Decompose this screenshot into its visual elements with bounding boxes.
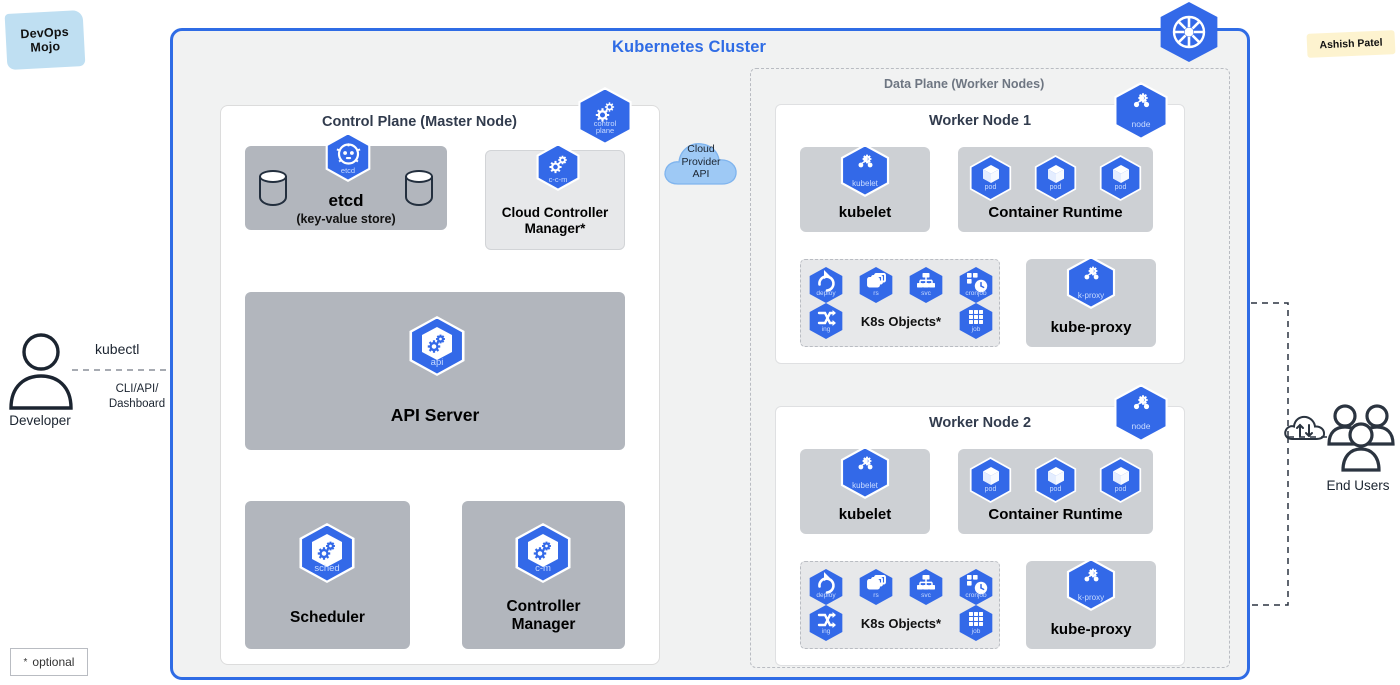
c-c-m-icon: c-c-m	[533, 143, 583, 191]
diagram-canvas: DevOps Mojo Ashish Patel	[0, 0, 1400, 685]
cm-label-line-2: Manager	[462, 616, 625, 634]
kube-proxy-icon: k-proxy	[1063, 558, 1119, 611]
legend-star: *	[24, 657, 28, 668]
pod-icon: pod	[1097, 457, 1145, 503]
api-server-label: API Server	[245, 405, 625, 425]
user-icon	[5, 330, 77, 410]
ccm-label-line-2: Manager*	[486, 221, 624, 237]
kubelet-icon: kubelet	[837, 446, 893, 499]
cloud-provider-label: Cloud Provider API	[660, 143, 742, 181]
k8s-objects-row-bottom: ing K8s Objects*	[807, 605, 995, 641]
job-icon: job	[957, 303, 995, 339]
kubelet-label: kubelet	[800, 204, 930, 221]
pod-icon: pod	[1032, 457, 1080, 503]
optional-legend: * optional	[10, 648, 88, 676]
k8s-objects-label: K8s Objects*	[861, 616, 941, 631]
container-runtime-card: pod pod	[958, 449, 1153, 534]
kube-proxy-card: k-proxy kube-proxy	[1026, 259, 1156, 347]
cloud-upload-download-icon	[1282, 412, 1326, 448]
pods-row: pod pod	[958, 155, 1153, 201]
kubectl-label: kubectl	[95, 341, 139, 357]
pod-icon: pod	[1097, 155, 1145, 201]
users-group-icon	[1325, 402, 1397, 474]
ingress-icon: ing	[807, 605, 845, 641]
cloud-provider-api: Cloud Provider API	[660, 130, 742, 192]
pod-icon: pod	[967, 155, 1015, 201]
cloud-controller-manager-card: c-c-m Cloud Controller Manager*	[485, 150, 625, 250]
kubelet-label: kubelet	[800, 506, 930, 523]
replicaset-icon: rs	[857, 569, 895, 605]
legend-text: optional	[32, 655, 74, 669]
container-runtime-label: Container Runtime	[958, 204, 1153, 221]
scheduler-card: sched Scheduler	[245, 501, 410, 649]
service-icon: svc	[907, 569, 945, 605]
kubernetes-helm-icon	[1156, 2, 1222, 62]
service-icon: svc	[907, 267, 945, 303]
k8s-objects-row-bottom: ing K8s Objects*	[807, 303, 995, 339]
k8s-objects-label: K8s Objects*	[861, 314, 941, 329]
cronjob-icon: cronjob	[957, 267, 995, 303]
control-plane-title: Control Plane (Master Node)	[322, 114, 517, 130]
kubelet-icon: kubelet	[837, 144, 893, 197]
logo-line-1: DevOps	[20, 24, 69, 41]
container-runtime-card: pod pod	[958, 147, 1153, 232]
cluster-title: Kubernetes Cluster	[612, 38, 766, 57]
kubelet-card: kubelet kubelet	[800, 147, 930, 232]
pod-icon: pod	[967, 457, 1015, 503]
kube-proxy-label: kube-proxy	[1026, 621, 1156, 638]
controller-manager-icon: c-m	[511, 523, 575, 583]
cli-api-dashboard-label: CLI/API/ Dashboard	[92, 382, 182, 412]
cloud-provider-line-1: Cloud	[660, 143, 742, 156]
etcd-sublabel: (key-value store)	[245, 212, 447, 226]
end-users-label: End Users	[1316, 478, 1400, 493]
scheduler-icon: sched	[295, 523, 359, 583]
kube-proxy-icon: k-proxy	[1063, 256, 1119, 309]
cli-api-line-2: Dashboard	[92, 397, 182, 412]
cli-api-line-1: CLI/API/	[92, 382, 182, 397]
pod-icon: pod	[1032, 155, 1080, 201]
replicaset-icon: rs	[857, 267, 895, 303]
k8s-objects-card: deploy rs	[800, 561, 1000, 649]
cloud-provider-line-3: API	[660, 168, 742, 181]
scheduler-label: Scheduler	[245, 609, 410, 627]
controller-manager-label: Controller Manager	[462, 598, 625, 634]
etcd-label: etcd	[245, 191, 447, 211]
deployment-icon: deploy	[807, 569, 845, 605]
deployment-icon: deploy	[807, 267, 845, 303]
api-icon: api	[405, 316, 469, 376]
container-runtime-label: Container Runtime	[958, 506, 1153, 523]
kube-proxy-card: k-proxy kube-proxy	[1026, 561, 1156, 649]
k8s-objects-row-top: deploy rs	[807, 267, 995, 303]
ingress-icon: ing	[807, 303, 845, 339]
data-plane-title: Data Plane (Worker Nodes)	[884, 77, 1044, 91]
cm-label-line-1: Controller	[462, 598, 625, 616]
job-icon: job	[957, 605, 995, 641]
k8s-objects-card: deploy rs	[800, 259, 1000, 347]
devops-mojo-logo: DevOps Mojo	[5, 10, 86, 70]
ccm-label-line-1: Cloud Controller	[486, 205, 624, 221]
cloud-provider-line-2: Provider	[660, 156, 742, 169]
kubelet-card: kubelet kubelet	[800, 449, 930, 534]
developer-label: Developer	[0, 413, 80, 428]
etcd-card: etcd etcd (key-value store)	[245, 146, 447, 230]
cloud-controller-manager-label: Cloud Controller Manager*	[486, 205, 624, 236]
controller-manager-card: c-m Controller Manager	[462, 501, 625, 649]
k8s-objects-row-top: deploy rs	[807, 569, 995, 605]
pods-row: pod pod	[958, 457, 1153, 503]
kube-proxy-label: kube-proxy	[1026, 319, 1156, 336]
api-server-card: api API Server	[245, 292, 625, 450]
logo-line-2: Mojo	[21, 39, 70, 56]
cronjob-icon: cronjob	[957, 569, 995, 605]
author-sticky-note: Ashish Patel	[1307, 30, 1396, 58]
